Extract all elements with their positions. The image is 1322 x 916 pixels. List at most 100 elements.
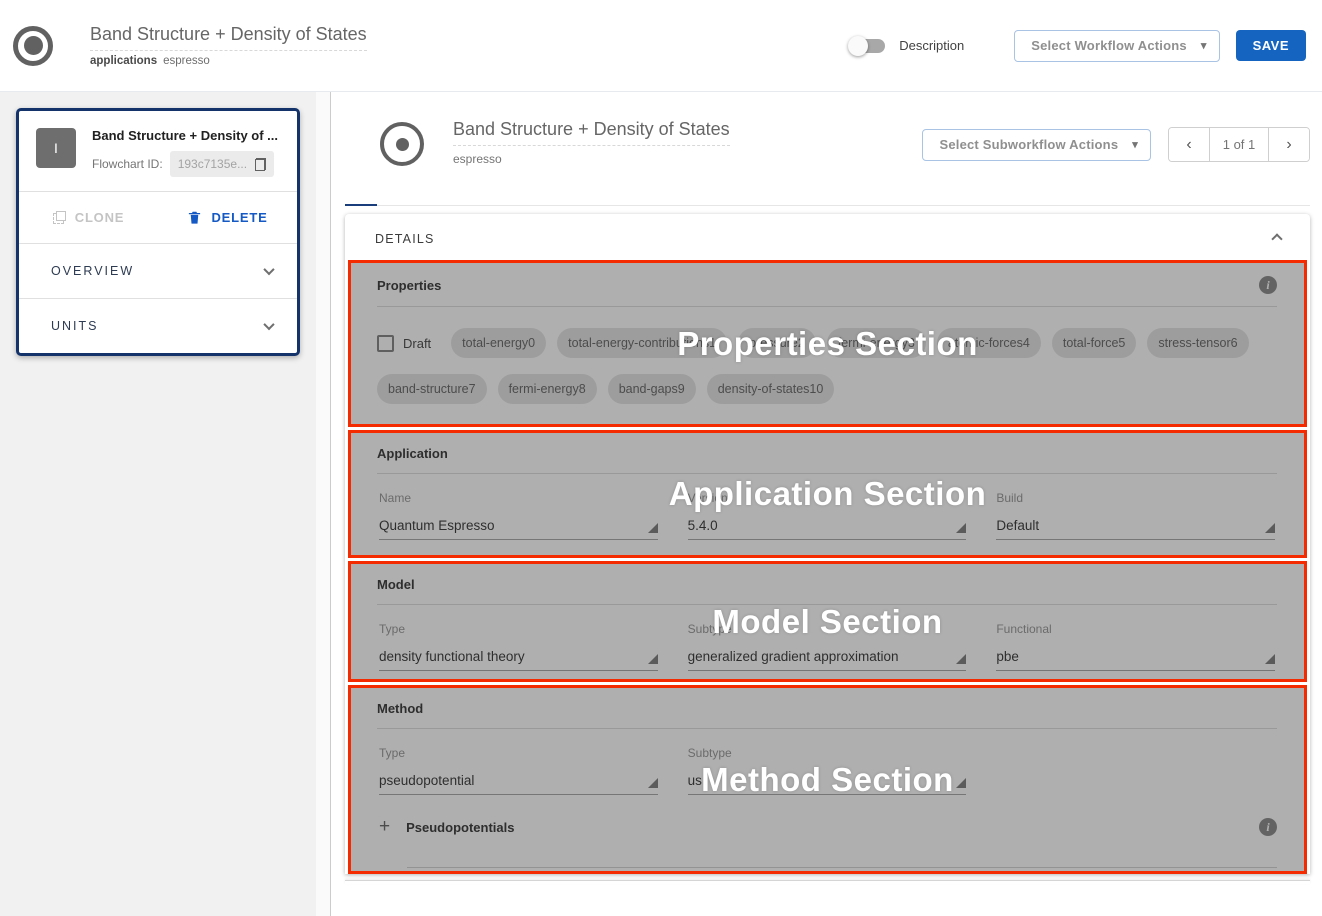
unit-actions: CLONE DELETE bbox=[19, 192, 297, 243]
tab[interactable] bbox=[345, 176, 377, 206]
pseudopotentials-label: Pseudopotentials bbox=[406, 820, 514, 835]
next-page-button[interactable]: › bbox=[1269, 128, 1309, 161]
dropdown-corner-icon bbox=[956, 523, 966, 533]
field-value: pbe bbox=[996, 649, 1019, 664]
property-chip[interactable]: stress-tensor6 bbox=[1147, 328, 1248, 358]
info-icon[interactable]: i bbox=[1259, 276, 1277, 294]
info-icon[interactable]: i bbox=[1259, 818, 1277, 836]
property-chip[interactable]: pressure2 bbox=[738, 328, 816, 358]
subworkflow-title-block: Band Structure + Density of States espre… bbox=[453, 119, 730, 166]
field-value: Default bbox=[996, 518, 1039, 533]
chevron-up-icon[interactable] bbox=[1271, 233, 1282, 244]
sidebar: I Band Structure + Density of ... Flowch… bbox=[0, 92, 331, 916]
subworkflow-icon bbox=[380, 122, 424, 166]
property-chip[interactable]: total-energy-contributions1 bbox=[557, 328, 727, 358]
page-indicator: 1 of 1 bbox=[1209, 128, 1269, 161]
workflow-actions-label: Select Workflow Actions bbox=[1031, 38, 1187, 53]
tab[interactable] bbox=[409, 176, 441, 206]
workflow-title-input[interactable]: Band Structure + Density of States bbox=[90, 24, 367, 51]
subworkflow-actions-select[interactable]: Select Subworkflow Actions ▾ bbox=[922, 129, 1151, 161]
select-field[interactable]: Functional pbe bbox=[996, 622, 1275, 671]
flowchart-id-value: 193c7135e... bbox=[178, 157, 247, 171]
property-chip[interactable]: total-energy0 bbox=[451, 328, 546, 358]
next-card-edge bbox=[345, 880, 1310, 884]
field-value: 5.4.0 bbox=[688, 518, 718, 533]
clone-icon bbox=[53, 211, 66, 224]
sidebar-accordion-units[interactable]: UNITS bbox=[19, 299, 297, 353]
add-icon[interactable]: + bbox=[379, 816, 390, 838]
property-chip[interactable]: band-structure7 bbox=[377, 374, 487, 404]
select-field[interactable]: Subtype generalized gradient approximati… bbox=[688, 622, 967, 671]
subworkflow-actions-label: Select Subworkflow Actions bbox=[939, 137, 1118, 152]
property-chip[interactable]: density-of-states10 bbox=[707, 374, 835, 404]
accordion-label: OVERVIEW bbox=[51, 264, 134, 278]
property-chip[interactable]: band-gaps9 bbox=[608, 374, 696, 404]
clone-label: CLONE bbox=[75, 210, 125, 225]
unit-avatar[interactable]: I bbox=[36, 128, 76, 168]
select-field[interactable]: Type pseudopotential bbox=[379, 746, 658, 795]
flowchart-id-row: Flowchart ID: 193c7135e... bbox=[92, 151, 278, 177]
field-value: Quantum Espresso bbox=[379, 518, 495, 533]
flowchart-id-field[interactable]: 193c7135e... bbox=[170, 151, 274, 177]
breadcrumb: applicationsespresso bbox=[90, 55, 367, 67]
prev-page-button[interactable]: ‹ bbox=[1169, 128, 1209, 161]
pagination: ‹ 1 of 1 › bbox=[1168, 127, 1310, 162]
select-field[interactable]: Subtype us bbox=[688, 746, 967, 795]
divider bbox=[407, 867, 1277, 868]
save-button[interactable]: SAVE bbox=[1236, 30, 1306, 61]
property-chip[interactable]: atomic-forces4 bbox=[937, 328, 1041, 358]
field-value: density functional theory bbox=[379, 649, 525, 664]
property-chip[interactable]: total-force5 bbox=[1052, 328, 1137, 358]
tab[interactable] bbox=[377, 176, 409, 206]
tab[interactable] bbox=[441, 176, 473, 206]
dropdown-corner-icon bbox=[956, 654, 966, 664]
flowchart-id-label: Flowchart ID: bbox=[92, 157, 163, 171]
dropdown-corner-icon bbox=[1265, 654, 1275, 664]
model-title: Model bbox=[377, 577, 415, 592]
properties-section: Properties i Draft total-energy0 total-en… bbox=[348, 260, 1307, 427]
pseudopotentials-row: + Pseudopotentials i bbox=[377, 816, 1277, 838]
sidebar-accordion-overview[interactable]: OVERVIEW bbox=[19, 244, 297, 298]
caret-down-icon: ▾ bbox=[1201, 39, 1207, 52]
trash-icon bbox=[187, 210, 202, 226]
chevron-down-icon bbox=[263, 264, 274, 275]
property-chip[interactable]: fermi-energy3 bbox=[827, 328, 926, 358]
select-field[interactable]: Build Default bbox=[996, 491, 1275, 540]
unit-meta: Band Structure + Density of ... Flowchar… bbox=[92, 128, 278, 177]
properties-title: Properties bbox=[377, 278, 441, 293]
delete-label: DELETE bbox=[211, 210, 267, 225]
method-section: Method Type pseudopotential Subtype bbox=[348, 685, 1307, 874]
property-chip[interactable]: fermi-energy8 bbox=[498, 374, 597, 404]
model-fields: Type density functional theory Subtype g… bbox=[377, 622, 1277, 671]
workflow-title-block: Band Structure + Density of States appli… bbox=[90, 24, 367, 67]
dropdown-corner-icon bbox=[648, 654, 658, 664]
dropdown-corner-icon bbox=[1265, 523, 1275, 533]
details-header[interactable]: DETAILS bbox=[345, 214, 1310, 260]
unit-card-header: I Band Structure + Density of ... Flowch… bbox=[19, 111, 297, 191]
draft-checkbox[interactable] bbox=[377, 335, 394, 352]
divider bbox=[377, 306, 1277, 307]
delete-button[interactable]: DELETE bbox=[158, 210, 297, 226]
subworkflow-title-input[interactable]: Band Structure + Density of States bbox=[453, 119, 730, 146]
copy-icon[interactable] bbox=[255, 158, 266, 171]
field-label: Type bbox=[379, 746, 658, 760]
app-logo-icon[interactable] bbox=[13, 26, 53, 66]
draft-control: Draft bbox=[377, 335, 431, 352]
select-field[interactable]: Type density functional theory bbox=[379, 622, 658, 671]
app-header: Band Structure + Density of States appli… bbox=[0, 0, 1322, 92]
field-value: generalized gradient approximation bbox=[688, 649, 899, 664]
caret-down-icon: ▾ bbox=[1132, 138, 1138, 151]
properties-inner: Properties i Draft total-energy0 total-en… bbox=[351, 263, 1304, 416]
breadcrumb-section: applications bbox=[90, 55, 157, 67]
dropdown-corner-icon bbox=[648, 523, 658, 533]
workflow-actions-select[interactable]: Select Workflow Actions ▾ bbox=[1014, 30, 1219, 62]
field-value: us bbox=[688, 773, 702, 788]
select-field[interactable]: Version 5.4.0 bbox=[688, 491, 967, 540]
description-toggle[interactable] bbox=[851, 39, 885, 53]
dropdown-corner-icon bbox=[956, 778, 966, 788]
description-toggle-label: Description bbox=[899, 38, 964, 53]
field-label: Functional bbox=[996, 622, 1275, 636]
accordion-label: UNITS bbox=[51, 319, 99, 333]
clone-button[interactable]: CLONE bbox=[19, 210, 158, 225]
select-field[interactable]: Name Quantum Espresso bbox=[379, 491, 658, 540]
